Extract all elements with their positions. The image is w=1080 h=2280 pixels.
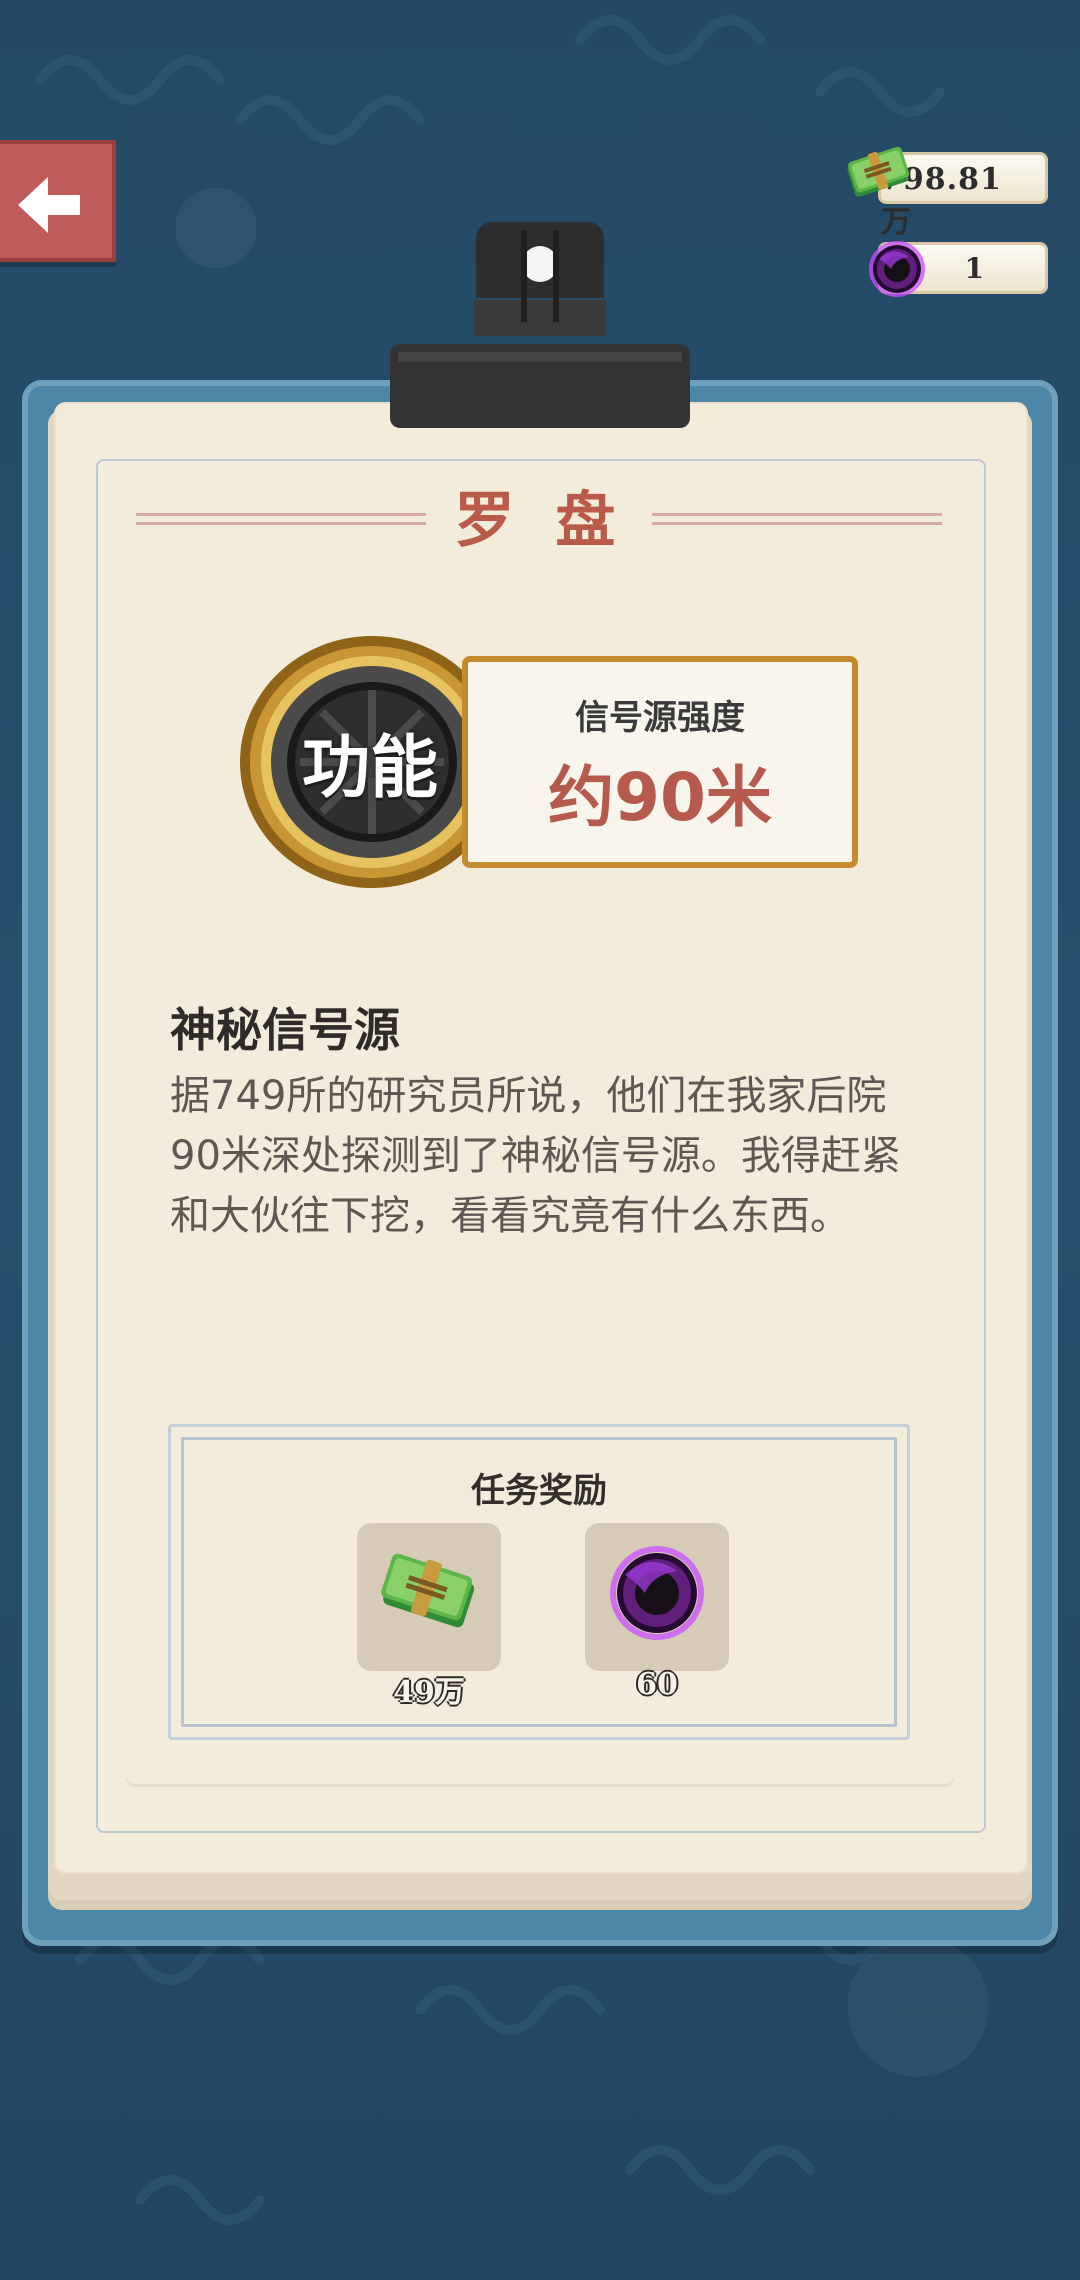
binder-clip-icon [390,222,690,428]
purple-orb-icon [610,1546,704,1640]
mission-description: 据749所的研究员所说，他们在我家后院90米深处探测到了神秘信号源。我得赶紧和大… [170,1073,901,1239]
mission-title: 神秘信号源 [170,1003,400,1057]
signal-strength-card: 信号源强度 约90米 [462,656,858,868]
money-stack-icon [381,1553,475,1628]
arrow-left-icon [18,177,80,233]
orb-value: 1 [964,252,985,285]
money-stack-icon [847,146,910,197]
signal-strength-value: 约90米 [548,759,772,836]
signal-strength-label: 信号源强度 [575,698,745,738]
rewards-title: 任务奖励 [471,1471,607,1511]
mission-rewards: 任务奖励 49万 60 [168,1424,910,1740]
title-line-right [652,513,942,525]
page-title: 罗 盘 [454,486,626,556]
title-line-left [136,513,426,525]
reward-money-item[interactable] [357,1523,501,1671]
reward-orb-label: 60 [636,1667,678,1702]
back-button[interactable] [0,140,116,262]
purple-orb-icon [869,241,925,297]
reward-orb-item[interactable] [585,1523,729,1671]
reward-money-label: 49万 [393,1675,465,1710]
function-label: 功能 [301,729,438,808]
